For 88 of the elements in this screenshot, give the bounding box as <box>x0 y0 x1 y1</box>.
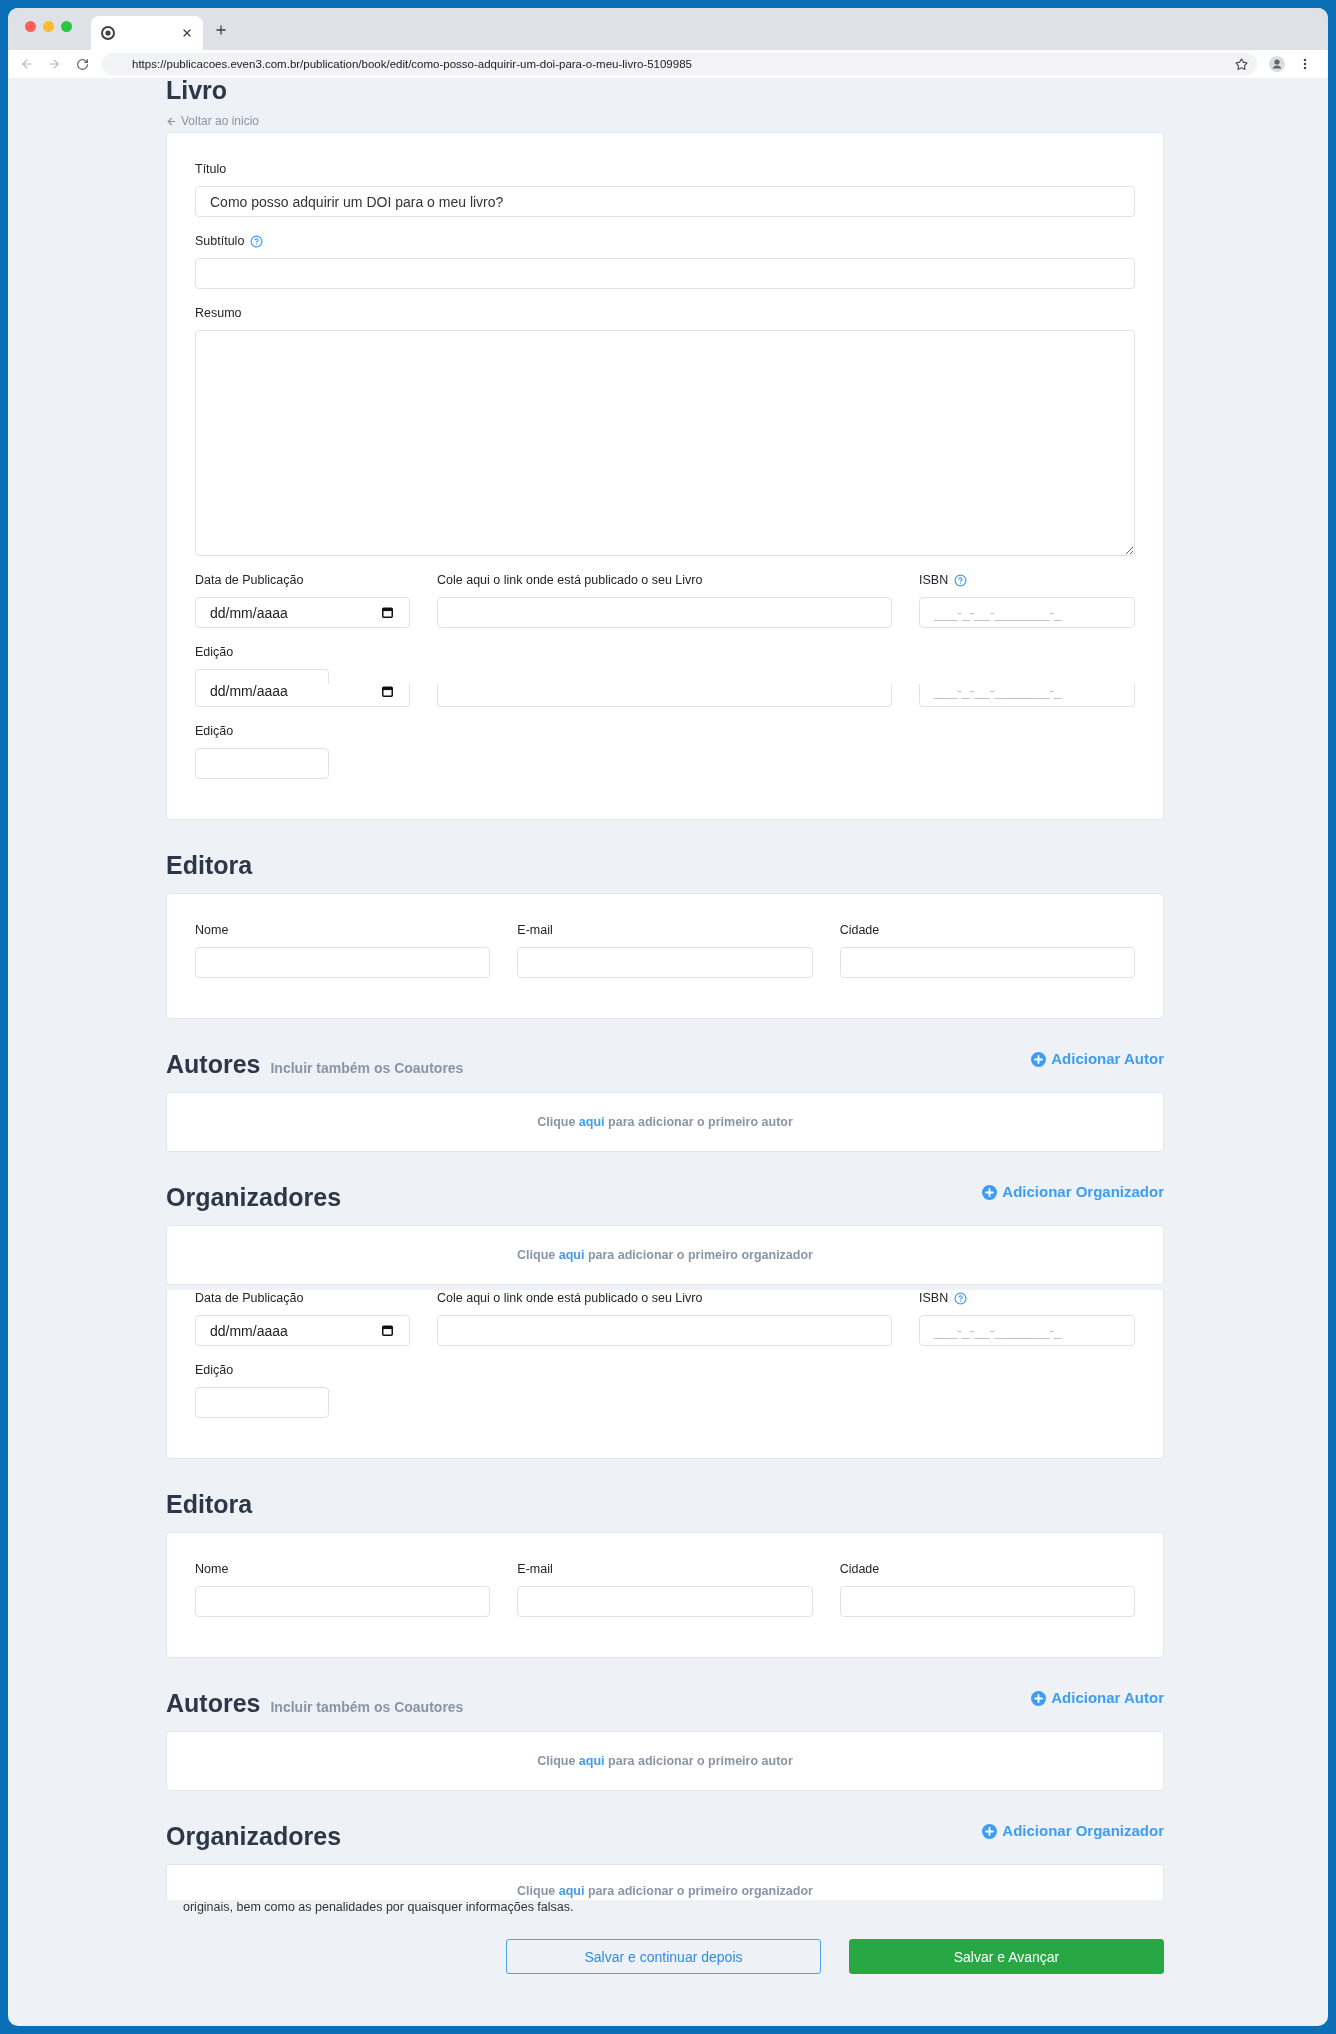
calendar-icon[interactable] <box>382 686 393 697</box>
text-field[interactable] <box>839 947 1135 978</box>
add-button[interactable]: Adicionar Organizador <box>982 1821 1164 1841</box>
section-heading: Organizadores <box>166 1821 342 1851</box>
text-field[interactable] <box>517 947 813 978</box>
text-field[interactable]: Como posso adquirir um DOI para o meu livro? <box>195 186 1135 217</box>
text-field[interactable] <box>195 748 329 779</box>
empty-message: Clique aqui para adicionar o primeiro autor <box>537 1114 793 1131</box>
add-link[interactable]: aqui <box>558 1248 585 1262</box>
field-label: Data de Publicação <box>195 1290 304 1306</box>
date-field[interactable]: dd/mm/aaaa <box>195 597 410 628</box>
page-title: Livro <box>166 78 228 102</box>
field-label: Cidade <box>839 922 880 938</box>
profile-icon[interactable] <box>1269 56 1285 72</box>
secondary-button[interactable]: Salvar e continuar depois <box>506 1939 821 1974</box>
field-label: Nome <box>195 922 229 938</box>
field-label: Resumo <box>195 305 242 321</box>
text-field[interactable]: ___-_-__-_______-_ <box>919 684 1135 707</box>
text-field[interactable] <box>517 1586 813 1617</box>
star-icon[interactable] <box>1235 57 1248 71</box>
field-label: Subtítulo <box>195 233 245 249</box>
section-note: Incluir também os Coautores <box>270 1060 464 1076</box>
field-label: Cole aqui o link onde está publicado o seu Livro <box>437 572 703 588</box>
text-field[interactable] <box>437 684 892 707</box>
text-field[interactable] <box>195 258 1135 289</box>
plus-circle-icon <box>982 1823 998 1839</box>
field-label: Cole aqui o link onde está publicado o seu Livro <box>437 1290 703 1306</box>
field-label: Nome <box>195 1561 229 1577</box>
plus-circle-icon <box>1031 1690 1047 1706</box>
calendar-icon[interactable] <box>382 607 393 618</box>
plus-circle-icon <box>982 1184 998 1200</box>
back-icon[interactable] <box>20 57 34 71</box>
disclaimer-text: originais, bem como as penalidades por quaisquer informações falsas. <box>182 1900 575 1914</box>
primary-button[interactable]: Salvar e Avançar <box>849 1939 1164 1974</box>
address-bar[interactable]: https://publicacoes.even3.com.br/publication/book/edit/como-posso-adquirir-um-doi-para-o-meu-livro-5109985 <box>102 53 1257 75</box>
section-heading: Editora <box>166 850 253 880</box>
add-button[interactable]: Adicionar Organizador <box>982 1182 1164 1202</box>
date-field[interactable]: dd/mm/aaaa <box>195 684 410 707</box>
forward-icon[interactable] <box>47 57 61 71</box>
field-label: Edição <box>195 723 234 739</box>
add-link[interactable]: aqui <box>578 1754 605 1768</box>
field-label: Edição <box>195 644 234 660</box>
date-field[interactable]: dd/mm/aaaa <box>195 1315 410 1346</box>
arrow-left-icon <box>166 115 177 127</box>
section-heading: Organizadores <box>166 1182 342 1212</box>
text-field[interactable] <box>195 1586 491 1617</box>
field-label: Título <box>195 161 227 177</box>
text-field[interactable] <box>839 1586 1135 1617</box>
field-label: E-mail <box>517 922 553 938</box>
text-field[interactable]: ___-_-__-_______-_ <box>919 597 1135 628</box>
ring-icon <box>101 26 115 40</box>
text-field[interactable] <box>437 597 892 628</box>
help-icon[interactable] <box>954 1291 968 1305</box>
text-field[interactable] <box>195 947 491 978</box>
window-maximize-icon[interactable] <box>61 21 72 32</box>
field-label: Edição <box>195 1362 234 1378</box>
field-label: Data de Publicação <box>195 572 304 588</box>
help-icon[interactable] <box>250 234 264 248</box>
textarea-field[interactable] <box>195 330 1135 556</box>
section-heading: Editora <box>166 1489 253 1519</box>
empty-message: Clique aqui para adicionar o primeiro organizador <box>517 1247 813 1264</box>
plus-icon[interactable] <box>214 23 228 37</box>
section-heading: Autores <box>166 1688 261 1718</box>
text-field[interactable] <box>195 669 329 684</box>
field-label: Cidade <box>839 1561 880 1577</box>
section-note: Incluir também os Coautores <box>270 1699 464 1715</box>
field-label: E-mail <box>517 1561 553 1577</box>
add-link[interactable]: aqui <box>578 1115 605 1129</box>
window-minimize-icon[interactable] <box>43 21 54 32</box>
add-button[interactable]: Adicionar Autor <box>1031 1049 1164 1069</box>
text-field[interactable] <box>437 1315 892 1346</box>
browser-tab[interactable] <box>91 16 203 50</box>
section-heading: Autores <box>166 1049 261 1079</box>
back-link[interactable]: Voltar ao inicio <box>166 113 260 129</box>
text-field[interactable] <box>195 1387 329 1418</box>
add-link[interactable]: aqui <box>558 1884 585 1898</box>
field-label: ISBN <box>919 572 949 588</box>
field-label: ISBN <box>919 1290 949 1306</box>
close-icon[interactable] <box>181 27 193 39</box>
reload-icon[interactable] <box>76 57 89 71</box>
window-close-icon[interactable] <box>25 21 36 32</box>
text-field[interactable]: ___-_-__-_______-_ <box>919 1315 1135 1346</box>
empty-message: Clique aqui para adicionar o primeiro autor <box>537 1753 793 1770</box>
add-button[interactable]: Adicionar Autor <box>1031 1688 1164 1708</box>
plus-circle-icon <box>1031 1051 1047 1067</box>
calendar-icon[interactable] <box>382 1325 393 1336</box>
empty-message: Clique aqui para adicionar o primeiro organizador <box>517 1883 813 1900</box>
help-icon[interactable] <box>954 573 968 587</box>
